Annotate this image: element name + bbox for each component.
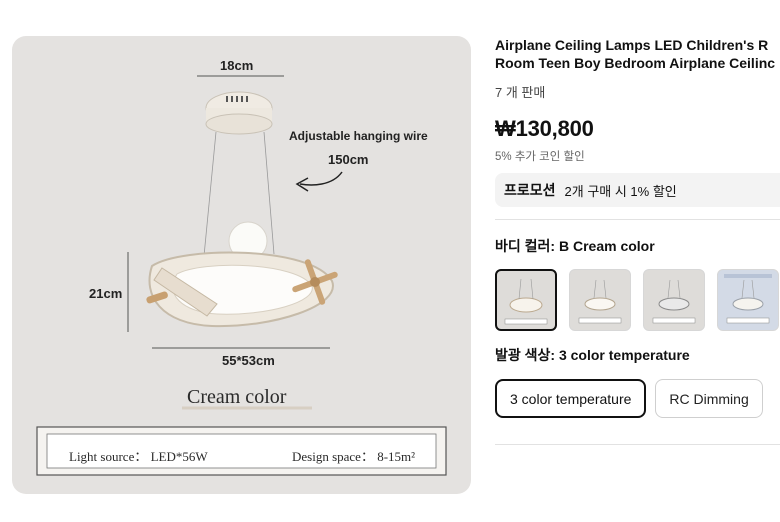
product-main-image[interactable]: 18cm Adjustable hanging wire 150cm 21cm … bbox=[12, 36, 471, 494]
color-caption: Cream color bbox=[187, 386, 287, 408]
promotion-text: 2개 구매 시 1% 할인 bbox=[564, 183, 677, 199]
product-price: ₩130,800 bbox=[495, 116, 594, 141]
light-color-options: 3 color temperature RC Dimming bbox=[495, 379, 780, 418]
height-label: 21cm bbox=[89, 286, 123, 301]
product-title-line2: Room Teen Boy Bedroom Airplane Ceilinc bbox=[495, 55, 776, 71]
color-option-thumbnail-4[interactable] bbox=[717, 269, 779, 331]
product-info-panel: Airplane Ceiling Lamps LED Children's R … bbox=[495, 36, 780, 445]
body-color-value: B Cream color bbox=[558, 238, 655, 254]
light-color-label: 발광 색상: bbox=[495, 347, 559, 363]
wire-length-label: 150cm bbox=[328, 152, 369, 167]
light-color-heading: 발광 색상: 3 color temperature bbox=[495, 345, 780, 365]
divider bbox=[495, 219, 780, 220]
color-option-thumbnail-1[interactable] bbox=[495, 269, 557, 331]
option-rc-dimming[interactable]: RC Dimming bbox=[655, 379, 763, 418]
body-color-options bbox=[495, 269, 780, 331]
top-width-label: 18cm bbox=[220, 58, 254, 73]
airplane-lamp-illustration bbox=[36, 75, 447, 476]
light-source-spec: Light source： LED*56W bbox=[69, 449, 208, 464]
product-title-line1: Airplane Ceiling Lamps LED Children's R bbox=[495, 37, 769, 53]
body-color-label: 바디 컬러: bbox=[495, 238, 559, 254]
body-color-heading: 바디 컬러: B Cream color bbox=[495, 236, 780, 256]
hanging-wire-label: Adjustable hanging wire bbox=[289, 129, 428, 143]
promotion-tag: 프로모션 bbox=[504, 182, 556, 198]
light-color-value: 3 color temperature bbox=[558, 347, 690, 363]
color-option-thumbnail-2[interactable] bbox=[569, 269, 631, 331]
option-3-color-temperature[interactable]: 3 color temperature bbox=[495, 379, 647, 418]
product-title: Airplane Ceiling Lamps LED Children's R … bbox=[495, 36, 780, 72]
sold-count: 7 개 판매 bbox=[495, 85, 546, 100]
body-size-label: 55*53cm bbox=[222, 353, 275, 368]
coin-discount: 5% 추가 코인 할인 bbox=[495, 151, 585, 163]
design-space-spec: Design space： 8-15m² bbox=[292, 449, 416, 464]
color-option-thumbnail-3[interactable] bbox=[643, 269, 705, 331]
promotion-banner: 프로모션 2개 구매 시 1% 할인 bbox=[495, 173, 780, 207]
divider bbox=[495, 444, 780, 445]
